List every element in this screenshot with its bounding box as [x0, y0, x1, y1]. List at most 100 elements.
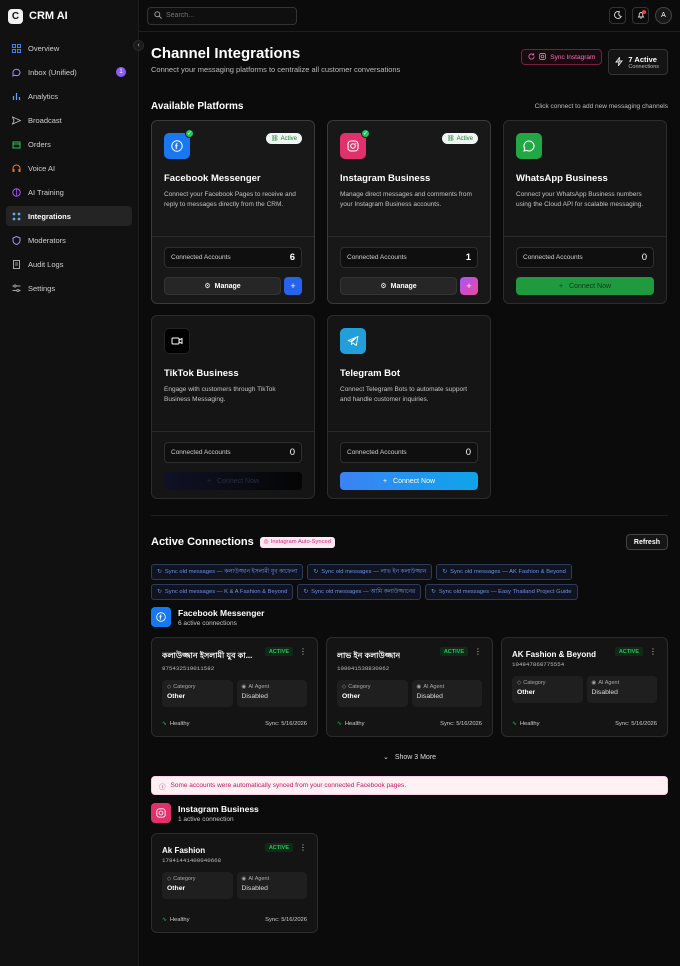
show-more-button[interactable]: ⌄ Show 3 More — [151, 753, 668, 762]
header-actions: Sync Instagram 7 Active Connections — [521, 49, 668, 75]
sync-old-messages-chip[interactable]: ↻ Sync old messages — লাভ ইন কলাউজ্জান — [307, 564, 433, 580]
connection-card: লাভ ইন কলাউজ্জান 100041538830062 ACTIVE ⋮ … — [326, 637, 493, 737]
sidebar-item-integrations[interactable]: Integrations — [6, 206, 132, 226]
bot-icon: ◉ — [241, 876, 247, 882]
plus-icon: + — [206, 477, 212, 485]
user-avatar[interactable]: A — [655, 7, 672, 24]
section-title: Available Platforms — [151, 101, 244, 112]
brand[interactable]: C CRM AI — [0, 0, 138, 32]
sync-chip-list: ↻ Sync old messages — কলাউজ্জান ইসলামী যু… — [151, 564, 611, 600]
active-connections-title: Active Connections — [151, 536, 254, 548]
platform-description: Connect Telegram Bots to automate suppor… — [340, 386, 468, 404]
manage-label: Manage — [214, 282, 241, 290]
active-status-label: Active — [456, 135, 473, 142]
manage-button[interactable]: ⚙ Manage — [340, 277, 457, 295]
sync-instagram-button[interactable]: Sync Instagram — [521, 49, 603, 65]
refresh-icon: ↻ — [442, 569, 448, 575]
collapse-sidebar-button[interactable]: ‹ — [133, 40, 144, 51]
connected-accounts-label: Connected Accounts — [347, 449, 407, 456]
sync-old-messages-chip[interactable]: ↻ Sync old messages — Easy Thailand Proje… — [425, 584, 578, 600]
search-box[interactable] — [147, 6, 297, 25]
connect-now-label: Connect Now — [393, 477, 436, 485]
video-icon — [164, 328, 190, 354]
connected-accounts-count: 1 — [465, 252, 471, 263]
health-status: Healthy — [344, 721, 365, 727]
add-account-button[interactable]: + — [460, 277, 478, 295]
sidebar-item-voice-ai[interactable]: Voice AI — [6, 158, 132, 178]
instagram-icon — [151, 803, 171, 823]
page-title: Channel Integrations — [151, 45, 301, 62]
connect-now-button[interactable]: + Connect Now — [340, 472, 478, 490]
ai-agent-label: AI Agent — [598, 680, 620, 686]
plus-icon: + — [382, 477, 388, 485]
ai-agent-value: Disabled — [241, 693, 268, 700]
chip-label: Sync old messages — Easy Thailand Projec… — [438, 589, 572, 595]
more-options-icon[interactable]: ⋮ — [299, 843, 307, 852]
manage-label: Manage — [390, 282, 417, 290]
more-options-icon[interactable]: ⋮ — [299, 647, 307, 656]
group-title: Facebook Messenger — [178, 607, 265, 618]
sync-old-messages-chip[interactable]: ↻ Sync old messages — AK Fashion & Beyond — [436, 564, 572, 580]
sidebar-item-broadcast[interactable]: Broadcast — [6, 110, 132, 130]
theme-toggle-button[interactable] — [609, 7, 626, 24]
connected-accounts-count: 0 — [465, 447, 471, 458]
instagram-icon: ◎ — [263, 539, 269, 545]
sync-old-messages-chip[interactable]: ↻ Sync old messages — কলাউজ্জান ইসলামী যু… — [151, 564, 304, 580]
more-options-icon[interactable]: ⋮ — [649, 647, 657, 656]
connect-now-button[interactable]: + Connect Now — [164, 472, 302, 490]
unread-badge: 1 — [116, 67, 126, 77]
connected-accounts-box: Connected Accounts 1 — [340, 247, 478, 268]
platform-name: TikTok Business — [164, 368, 239, 379]
sidebar-item-ai-training[interactable]: AI Training — [6, 182, 132, 202]
plus-icon: + — [466, 281, 472, 291]
active-count: 7 Active — [628, 54, 657, 64]
refresh-icon: ↻ — [303, 589, 309, 595]
ai-agent-box: ◉ AI Agent Disabled — [236, 680, 307, 707]
tag-icon: ◇ — [167, 876, 172, 882]
active-count-label: Connections — [628, 63, 659, 70]
sidebar-item-label: Integrations — [28, 211, 71, 221]
sync-old-messages-chip[interactable]: ↻ Sync old messages — আমি কলাউজ্জানের — [297, 584, 422, 600]
sync-old-messages-chip[interactable]: ↻ Sync old messages — K & A Fashion & Bey… — [151, 584, 294, 600]
active-connections-stat: 7 Active Connections — [608, 49, 668, 75]
refresh-icon: ↻ — [157, 589, 162, 595]
platform-card-facebook: ✓ ⛓ Active Facebook Messenger Connect you… — [151, 120, 315, 304]
activity-icon: ∿ — [162, 721, 167, 727]
last-sync: Sync: 5/16/2026 — [615, 721, 657, 727]
messenger-icon: ✓ — [164, 129, 194, 159]
sidebar-item-orders[interactable]: Orders — [6, 134, 132, 154]
sidebar-item-moderators[interactable]: Moderators — [6, 230, 132, 250]
connection-id: 100041538830062 — [337, 665, 390, 672]
sidebar-item-settings[interactable]: Settings — [6, 278, 132, 298]
search-icon — [154, 10, 162, 21]
sidebar-item-audit-logs[interactable]: Audit Logs — [6, 254, 132, 274]
moon-icon — [613, 10, 622, 21]
notifications-button[interactable] — [632, 7, 649, 24]
app-root: C CRM AI ‹ Overview Inbox (Unified) 1 An… — [0, 0, 680, 966]
plus-icon: + — [558, 282, 564, 290]
add-account-button[interactable]: + — [284, 277, 302, 295]
connect-now-button[interactable]: + Connect Now — [516, 277, 654, 295]
brand-name: CRM AI — [29, 10, 68, 22]
sidebar-item-analytics[interactable]: Analytics — [6, 86, 132, 106]
ai-agent-label: AI Agent — [248, 684, 270, 690]
sidebar-item-inbox[interactable]: Inbox (Unified) 1 — [6, 62, 132, 82]
facebook-connection-grid: কলাউজ্জান ইসলামী যুব কা... 87543251901158… — [151, 637, 668, 737]
sidebar-item-overview[interactable]: Overview — [6, 38, 132, 58]
connected-accounts-count: 0 — [641, 252, 647, 263]
connected-accounts-label: Connected Accounts — [347, 254, 407, 261]
health-status: Healthy — [169, 917, 190, 923]
search-input[interactable] — [166, 12, 286, 19]
active-status-pill: ⛓ Active — [442, 133, 478, 144]
divider — [328, 236, 490, 237]
more-options-icon[interactable]: ⋮ — [474, 647, 482, 656]
refresh-button[interactable]: Refresh — [625, 534, 668, 550]
divider — [328, 431, 490, 432]
manage-button[interactable]: ⚙ Manage — [164, 277, 281, 295]
bot-icon: ◉ — [591, 680, 597, 686]
group-title: Instagram Business — [178, 803, 259, 814]
sidebar-item-label: Moderators — [28, 235, 66, 245]
category-value: Other — [517, 689, 536, 696]
category-value: Other — [167, 885, 186, 892]
divider — [152, 431, 314, 432]
